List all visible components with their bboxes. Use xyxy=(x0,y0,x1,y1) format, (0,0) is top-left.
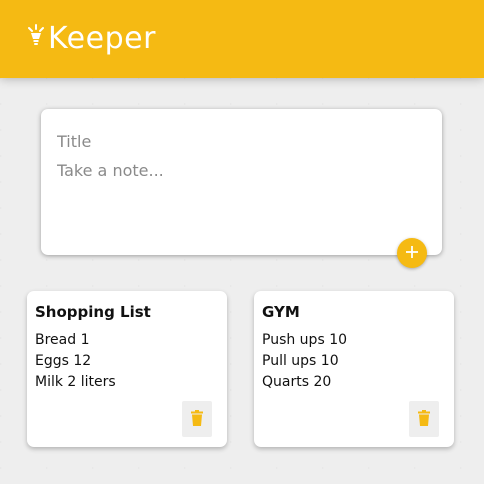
lightbulb-icon xyxy=(28,24,44,48)
delete-note-button[interactable] xyxy=(409,401,439,437)
delete-note-button[interactable] xyxy=(182,401,212,437)
note-composer xyxy=(41,109,442,255)
note-title: GYM xyxy=(262,303,300,321)
note-line: Push ups 10 xyxy=(262,332,348,348)
plus-icon xyxy=(405,245,419,262)
trash-icon xyxy=(191,409,203,429)
add-note-button[interactable] xyxy=(397,238,427,268)
note-body-input[interactable] xyxy=(57,161,417,189)
app-header: Keeper xyxy=(0,0,484,78)
note-line: Pull ups 10 xyxy=(262,353,339,369)
note-title: Shopping List xyxy=(35,303,151,321)
note-line: Eggs 12 xyxy=(35,353,92,369)
note-title-input[interactable] xyxy=(57,129,417,153)
note-line: Milk 2 liters xyxy=(35,374,116,390)
note-card: Shopping List Bread 1 Eggs 12 Milk 2 lit… xyxy=(27,291,227,447)
app-title: Keeper xyxy=(48,20,156,56)
note-card: GYM Push ups 10 Pull ups 10 Quarts 20 xyxy=(254,291,454,447)
note-line: Quarts 20 xyxy=(262,374,332,390)
trash-icon xyxy=(418,409,430,429)
note-line: Bread 1 xyxy=(35,332,90,348)
